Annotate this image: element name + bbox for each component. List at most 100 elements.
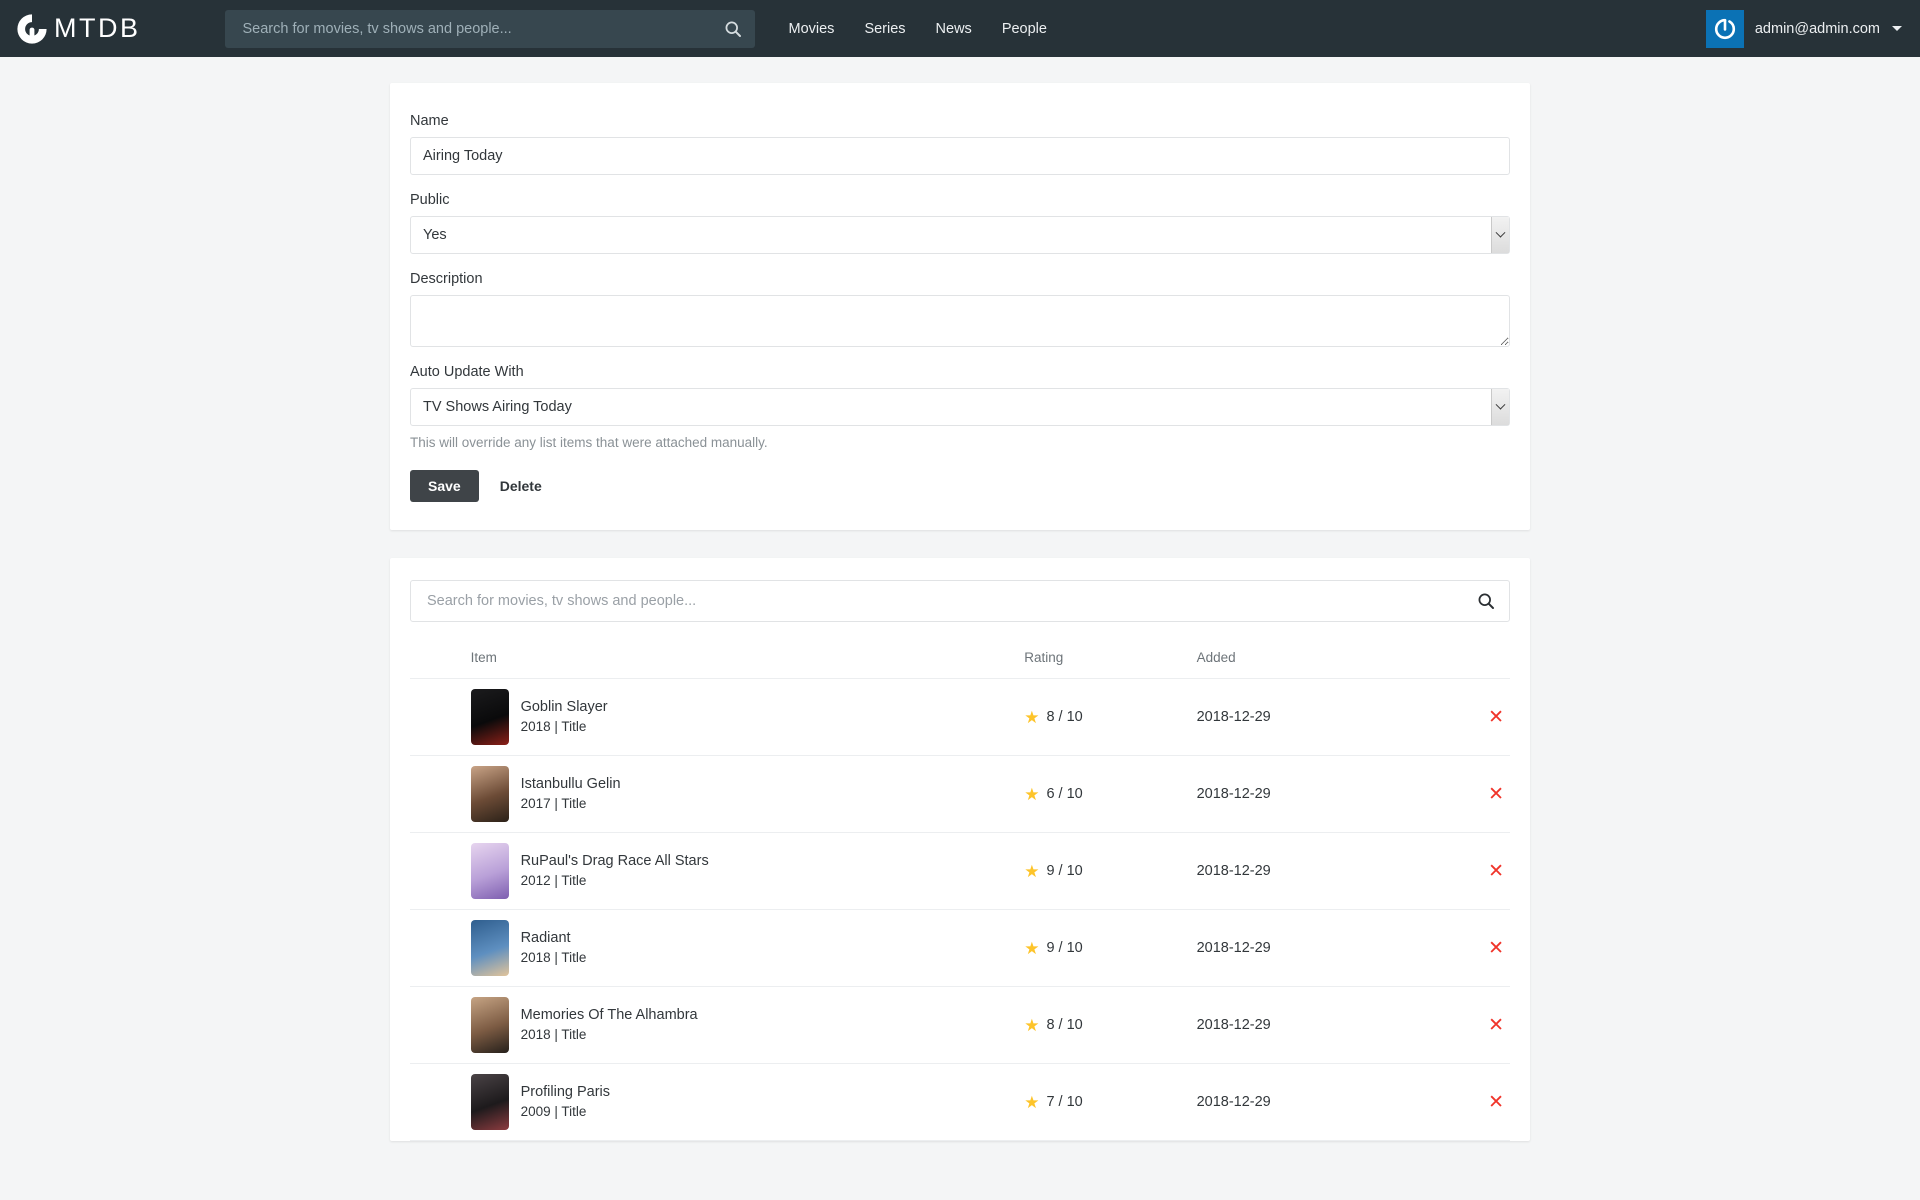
row-handle-cell[interactable] [410, 755, 471, 833]
search-icon[interactable] [723, 19, 743, 39]
table-row[interactable]: Istanbullu Gelin 2017 | Title ★ 6 / 10 2018-… [410, 755, 1510, 833]
row-rating-cell: ★ 8 / 10 [1024, 986, 1197, 1064]
drag-handle-icon[interactable] [410, 940, 430, 953]
global-search-input[interactable] [240, 19, 723, 38]
drag-handle-icon[interactable] [410, 786, 430, 799]
row-remove-cell[interactable]: ✕ [1447, 909, 1510, 987]
close-icon[interactable]: ✕ [1482, 784, 1510, 805]
col-handle-header [410, 650, 471, 679]
row-handle-cell[interactable] [410, 832, 471, 910]
description-label: Description [410, 271, 483, 287]
row-remove-cell[interactable]: ✕ [1447, 678, 1510, 756]
save-button[interactable]: Save [410, 470, 479, 502]
close-icon[interactable]: ✕ [1482, 938, 1510, 959]
item-subtitle: 2018 | Title [520, 1026, 587, 1042]
description-textarea[interactable] [410, 295, 1510, 347]
list-items-card: Item Rating Added Goblin Slayer2018 | Ti… [390, 558, 1530, 1141]
table-body: Goblin Slayer 2018 | Title ★ 8 / 10 2018-12-… [410, 678, 1510, 1141]
row-remove-cell[interactable]: ✕ [1447, 986, 1510, 1064]
item-title[interactable]: Radiant [521, 929, 587, 949]
auto-update-select[interactable]: TV Shows Airing Today [410, 388, 1510, 426]
row-item-cell: Memories Of The Alhambra 2018 | Title [470, 986, 1025, 1064]
close-icon[interactable]: ✕ [1482, 1092, 1510, 1113]
row-remove-cell[interactable]: ✕ [1447, 832, 1510, 910]
row-added-cell: 2018-12-29 [1196, 1063, 1448, 1141]
item-title[interactable]: Profiling Paris [521, 1083, 610, 1103]
item-title[interactable]: Istanbullu Gelin [521, 775, 621, 795]
top-navbar: MTDB Movies Series News People admin@adm… [0, 0, 1920, 57]
row-item-cell: RuPaul's Drag Race All Stars 2012 | Title [470, 832, 1025, 910]
auto-update-label: Auto Update With [410, 364, 524, 380]
nav-item-news[interactable]: News [936, 21, 972, 37]
user-menu[interactable]: admin@admin.com [1705, 0, 1902, 57]
row-item-cell: Goblin Slayer 2018 | Title [470, 678, 1025, 756]
row-remove-cell[interactable]: ✕ [1447, 755, 1510, 833]
poster-thumbnail[interactable] [470, 766, 509, 822]
star-icon: ★ [1024, 861, 1040, 881]
chevron-down-icon[interactable] [1491, 217, 1509, 253]
search-icon[interactable] [1476, 591, 1496, 611]
delete-button[interactable]: Delete [488, 470, 554, 502]
table-row[interactable]: Radiant 2018 | Title ★ 9 / 10 2018-12-29 ✕ [410, 909, 1510, 987]
table-head: Item Rating Added [410, 650, 1510, 679]
rating-value: 9 / 10 [1046, 863, 1083, 879]
close-icon[interactable]: ✕ [1482, 861, 1510, 882]
item-subtitle: 2009 | Title [520, 1103, 587, 1119]
row-handle-cell[interactable] [410, 678, 471, 756]
nav-item-series[interactable]: Series [864, 21, 905, 37]
table-header-row: Item Rating Added [410, 650, 1510, 679]
list-items-table: Item Rating Added Goblin Slayer 2018 | Ti… [410, 650, 1510, 1141]
drag-handle-icon[interactable] [410, 863, 430, 876]
name-input[interactable] [410, 137, 1510, 175]
close-icon[interactable]: ✕ [1482, 707, 1510, 728]
table-row[interactable]: Memories Of The Alhambra 2018 | Title ★ 8 /… [410, 986, 1510, 1064]
auto-update-hint: This will override any list items that w… [410, 435, 768, 450]
public-select[interactable]: Yes [410, 216, 1510, 254]
item-subtitle: 2018 | Title [520, 949, 587, 965]
table-row[interactable]: RuPaul's Drag Race All Stars 2012 | Title… [410, 832, 1510, 910]
row-rating-cell: ★ 6 / 10 [1024, 755, 1197, 833]
field-auto-update: Auto Update With TV Shows Airing Today T… [410, 364, 1510, 450]
row-remove-cell[interactable]: ✕ [1447, 1063, 1510, 1141]
item-title[interactable]: Goblin Slayer [521, 698, 608, 718]
row-handle-cell[interactable] [410, 986, 471, 1064]
poster-thumbnail[interactable] [470, 920, 509, 976]
brand-logo-link[interactable]: MTDB [14, 11, 141, 47]
public-label: Public [410, 192, 450, 208]
drag-handle-icon[interactable] [410, 709, 430, 722]
chevron-down-icon[interactable] [1491, 389, 1509, 425]
poster-thumbnail[interactable] [470, 997, 509, 1053]
table-row[interactable]: Goblin Slayer 2018 | Title ★ 8 / 10 2018-12-… [410, 678, 1510, 756]
form-actions: Save Delete [410, 470, 1510, 502]
col-rating-header: Rating [1024, 650, 1197, 679]
avatar [1705, 9, 1744, 48]
star-icon: ★ [1024, 707, 1040, 727]
rating-value: 8 / 10 [1046, 1017, 1083, 1033]
item-title[interactable]: Memories Of The Alhambra [521, 1006, 698, 1026]
close-icon[interactable]: ✕ [1482, 1015, 1510, 1036]
poster-thumbnail[interactable] [470, 1074, 509, 1130]
list-search-box[interactable] [410, 580, 1510, 622]
public-select-wrapper[interactable]: Yes [410, 216, 1510, 254]
star-icon: ★ [1024, 784, 1040, 804]
poster-thumbnail[interactable] [470, 689, 509, 745]
list-settings-card: Name Public Yes Description Auto Update … [390, 83, 1530, 530]
drag-handle-icon[interactable] [410, 1017, 430, 1030]
drag-handle-icon[interactable] [410, 1094, 430, 1107]
nav-item-movies[interactable]: Movies [789, 21, 835, 37]
auto-update-select-wrapper[interactable]: TV Shows Airing Today [410, 388, 1510, 426]
user-email-label: admin@admin.com [1754, 20, 1880, 37]
row-added-cell: 2018-12-29 [1196, 909, 1448, 987]
nav-item-people[interactable]: People [1002, 21, 1047, 37]
list-search-input[interactable] [425, 592, 1465, 610]
item-title[interactable]: RuPaul's Drag Race All Stars [521, 852, 709, 872]
row-added-cell: 2018-12-29 [1196, 755, 1448, 833]
row-handle-cell[interactable] [410, 1063, 471, 1141]
global-search-box[interactable] [224, 9, 755, 48]
poster-thumbnail[interactable] [470, 843, 509, 899]
chevron-down-icon[interactable] [1892, 26, 1902, 31]
primary-nav: Movies Series News People [789, 21, 1047, 37]
table-row[interactable]: Profiling Paris 2009 | Title ★ 7 / 10 2018-1… [410, 1063, 1510, 1141]
row-handle-cell[interactable] [410, 909, 471, 987]
rating-value: 8 / 10 [1046, 709, 1083, 725]
